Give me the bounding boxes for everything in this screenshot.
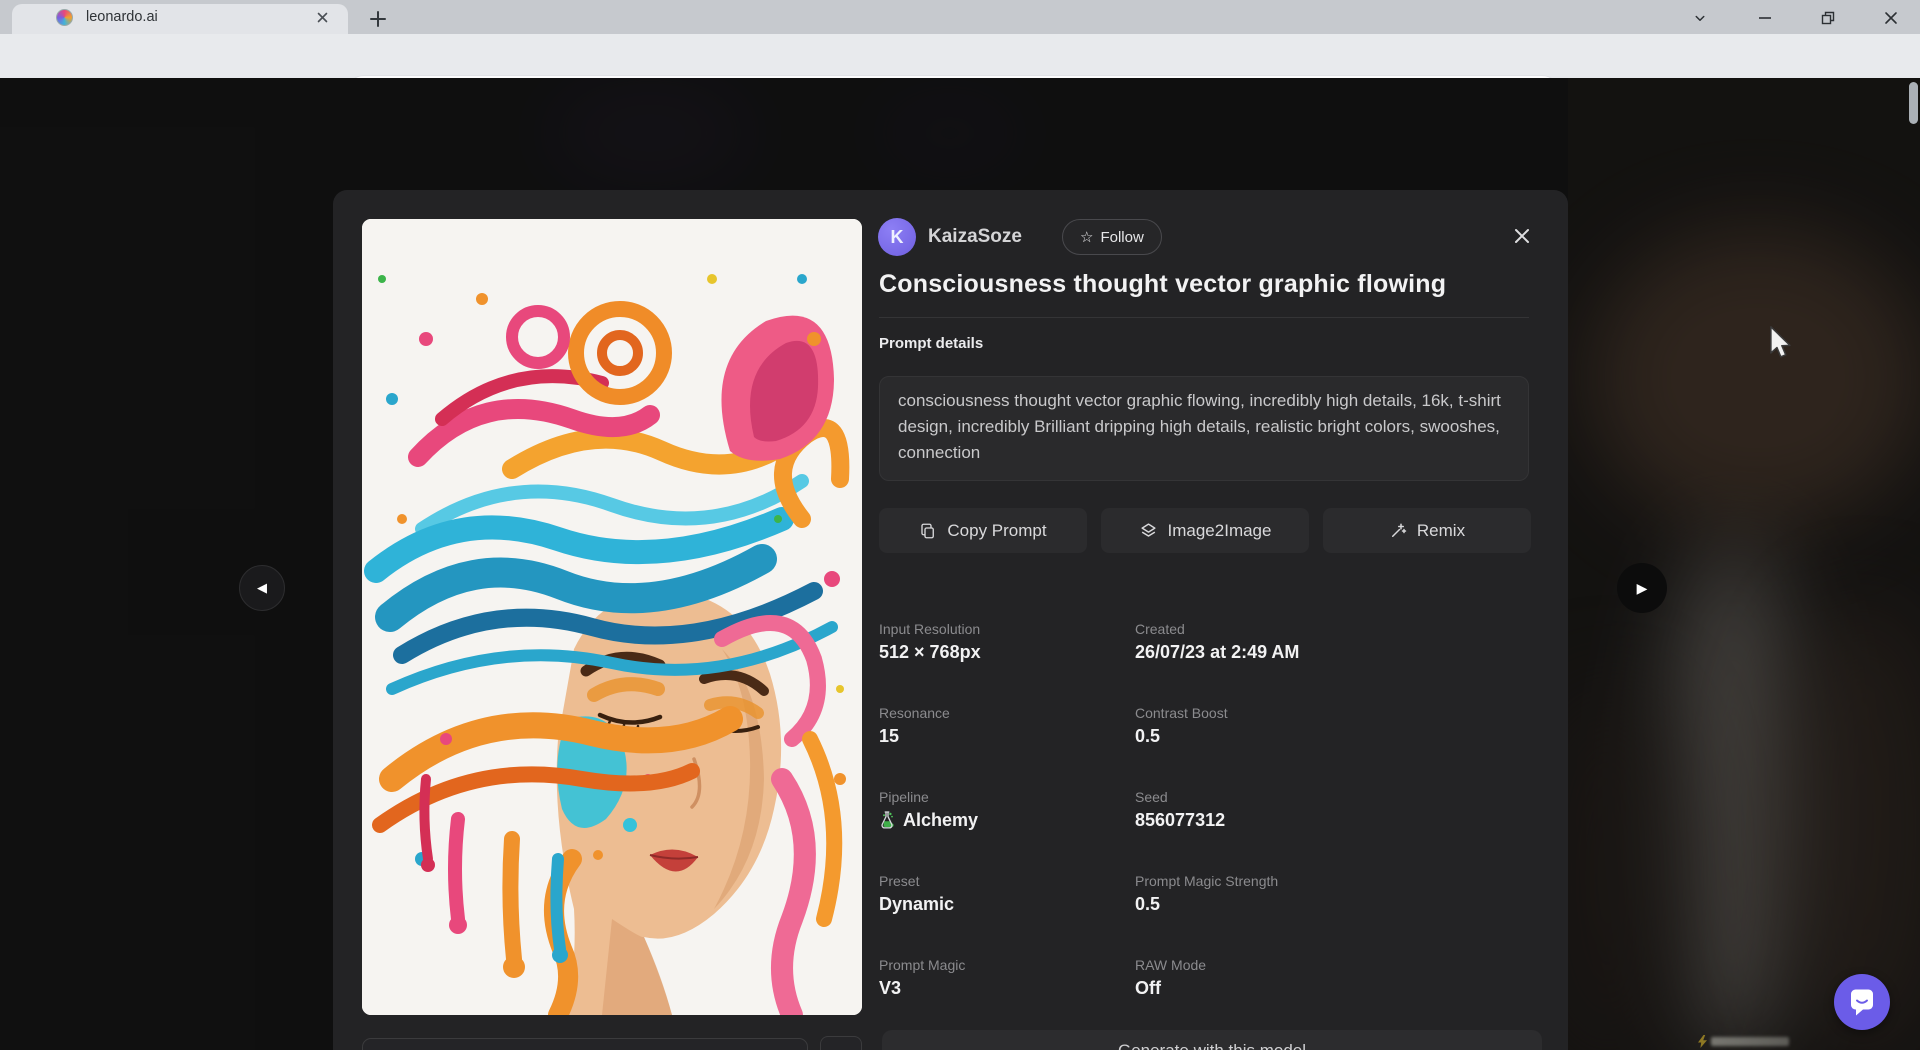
chat-bubble-icon [1848, 987, 1876, 1017]
browser-tabstrip: leonardo.ai [0, 0, 1920, 34]
star-icon: ☆ [1080, 228, 1093, 246]
watermark [1698, 1033, 1802, 1049]
remix-label: Remix [1417, 521, 1465, 541]
window-restore-button[interactable] [1813, 8, 1843, 27]
previous-image-button[interactable]: ◀ [239, 565, 285, 611]
meta-prompt-magic: Prompt Magic V3 [879, 957, 1135, 1041]
avatar[interactable]: K [878, 218, 916, 256]
divider [879, 317, 1529, 318]
image-title: Consciousness thought vector graphic flo… [879, 270, 1539, 299]
meta-resonance: Resonance 15 [879, 705, 1135, 789]
remix-button[interactable]: Remix [1323, 508, 1531, 553]
partial-square-button[interactable] [820, 1036, 862, 1050]
meta-prompt-magic-strength: Prompt Magic Strength 0.5 [1135, 873, 1531, 957]
generated-image[interactable] [362, 219, 862, 1015]
image2image-label: Image2Image [1168, 521, 1272, 541]
alchemy-flask-icon [879, 811, 895, 830]
meta-pipeline: Pipeline Alchemy [879, 789, 1135, 873]
prompt-details-heading: Prompt details [879, 335, 983, 352]
magic-wand-icon [1389, 522, 1407, 540]
generate-with-model-button[interactable]: Generate with this model [882, 1030, 1542, 1050]
meta-input-resolution: Input Resolution 512 × 768px [879, 621, 1135, 705]
next-image-button[interactable]: ▶ [1617, 563, 1667, 613]
partial-image-toolbar[interactable] [362, 1038, 808, 1050]
modal-close-icon[interactable] [1508, 222, 1536, 250]
copy-prompt-button[interactable]: Copy Prompt [879, 508, 1087, 553]
tab-title: leonardo.ai [86, 9, 158, 25]
page-scrollbar-thumb[interactable] [1909, 82, 1918, 124]
copy-icon [919, 522, 937, 540]
tab-close-icon[interactable] [314, 9, 331, 26]
layers-icon [1139, 521, 1158, 540]
support-chat-button[interactable] [1834, 974, 1890, 1030]
meta-preset: Preset Dynamic [879, 873, 1135, 957]
window-close-button[interactable] [1876, 8, 1906, 27]
screen: leonardo.ai [0, 0, 1920, 1050]
tab-search-chevron-icon[interactable] [1685, 8, 1715, 27]
new-tab-button[interactable] [366, 7, 390, 31]
browser-toolbar: app.leonardo.ai VPN [0, 34, 1920, 78]
meta-raw-mode: RAW Mode Off [1135, 957, 1531, 1041]
artwork-illustration [362, 219, 862, 1015]
meta-contrast-boost: Contrast Boost 0.5 [1135, 705, 1531, 789]
metadata-grid: Input Resolution 512 × 768px Created 26/… [879, 621, 1531, 1041]
image-detail-modal: K KaizaSoze ☆ Follow Consciousness thoug… [333, 190, 1568, 1050]
lightning-icon [1698, 1035, 1707, 1048]
generate-label: Generate with this model [1118, 1041, 1306, 1050]
window-minimize-button[interactable] [1750, 8, 1780, 27]
action-buttons-row: Copy Prompt Image2Image Remix [879, 508, 1531, 553]
copy-prompt-label: Copy Prompt [947, 521, 1046, 541]
chevron-left-icon: ◀ [257, 580, 267, 596]
leonardo-favicon-icon [56, 9, 73, 26]
meta-created: Created 26/07/23 at 2:49 AM [1135, 621, 1531, 705]
meta-seed: Seed 856077312 [1135, 789, 1531, 873]
creator-name[interactable]: KaizaSoze [928, 226, 1022, 248]
image2image-button[interactable]: Image2Image [1101, 508, 1309, 553]
prompt-text-box: consciousness thought vector graphic flo… [879, 376, 1529, 481]
mouse-cursor [1768, 326, 1794, 358]
creator-row: K KaizaSoze ☆ Follow [878, 218, 1538, 256]
follow-button[interactable]: ☆ Follow [1062, 219, 1162, 255]
chevron-right-icon: ▶ [1637, 580, 1648, 597]
